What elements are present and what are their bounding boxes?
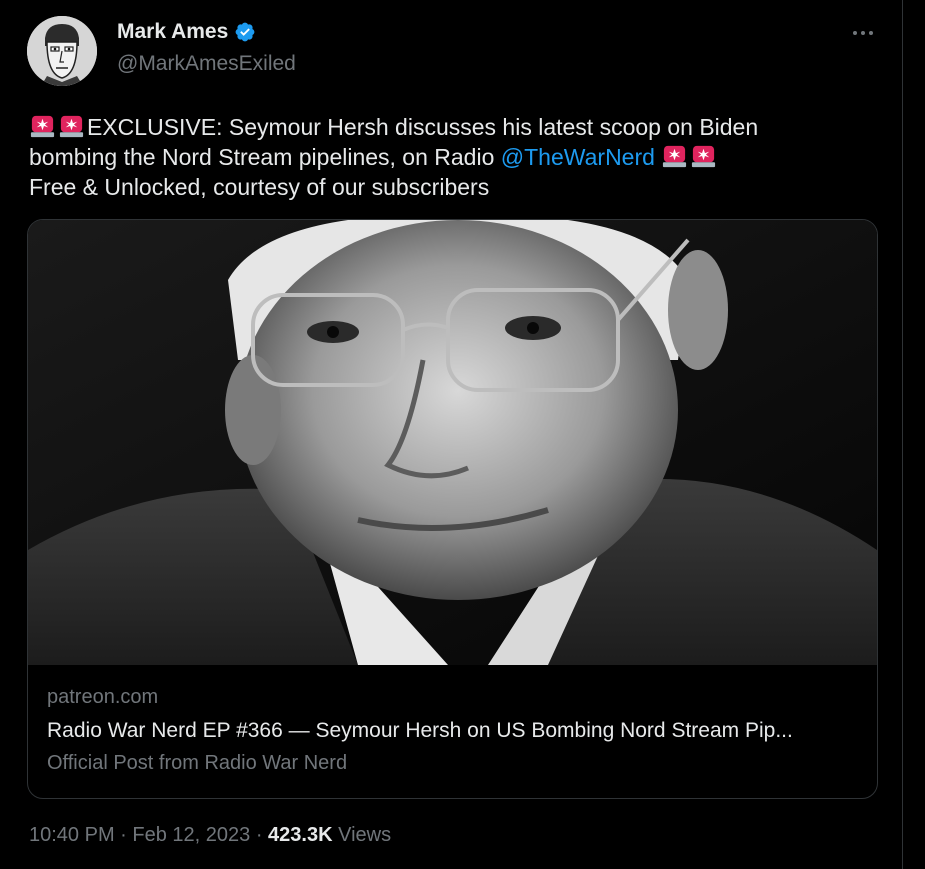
tweet-date[interactable]: Feb 12, 2023	[132, 824, 250, 846]
tweet-line-3: Free & Unlocked, courtesy of our subscri…	[29, 174, 490, 200]
card-title[interactable]: Radio War Nerd EP #366 — Seymour Hersh o…	[47, 719, 793, 743]
tweet-line-2: bombing the Nord Stream pipelines, on Ra…	[29, 142, 879, 172]
meta-separator: ·	[114, 824, 133, 846]
card-domain: patreon.com	[47, 686, 159, 708]
card-description: Official Post from Radio War Nerd	[47, 752, 348, 774]
tweet-line-1: EXCLUSIVE: Seymour Hersh discusses his l…	[29, 112, 879, 142]
author-handle[interactable]: @MarkAmesExiled	[117, 52, 296, 76]
meta-separator: ·	[250, 824, 269, 846]
avatar[interactable]	[27, 16, 97, 86]
police-car-light-icon	[29, 112, 56, 139]
tweet-meta: 10:40 PM · Feb 12, 2023 · 423.3K Views	[29, 824, 391, 847]
portrait-photo	[28, 220, 877, 665]
timeline-border	[902, 0, 903, 869]
views-label: Views	[338, 824, 392, 846]
author-name-row: Mark Ames	[117, 20, 256, 44]
tweet-line-1-text: EXCLUSIVE: Seymour Hersh discusses his l…	[87, 114, 759, 140]
police-car-light-icon	[690, 142, 717, 169]
more-options-icon[interactable]	[850, 20, 876, 46]
author-display-name[interactable]: Mark Ames	[117, 20, 228, 44]
tweet-line-2-text: bombing the Nord Stream pipelines, on Ra…	[29, 144, 501, 170]
verified-badge-icon[interactable]	[234, 21, 256, 43]
mention-link[interactable]: @TheWarNerd	[501, 144, 655, 170]
police-car-light-icon	[58, 112, 85, 139]
card-image[interactable]	[28, 220, 877, 665]
views-count[interactable]: 423.3K	[268, 824, 333, 846]
police-car-light-icon	[661, 142, 688, 169]
tweet-text: EXCLUSIVE: Seymour Hersh discusses his l…	[29, 112, 879, 202]
tweet-time[interactable]: 10:40 PM	[29, 824, 115, 846]
link-card[interactable]: patreon.com Radio War Nerd EP #366 — Sey…	[27, 219, 878, 799]
caricature-avatar-icon	[27, 16, 97, 86]
